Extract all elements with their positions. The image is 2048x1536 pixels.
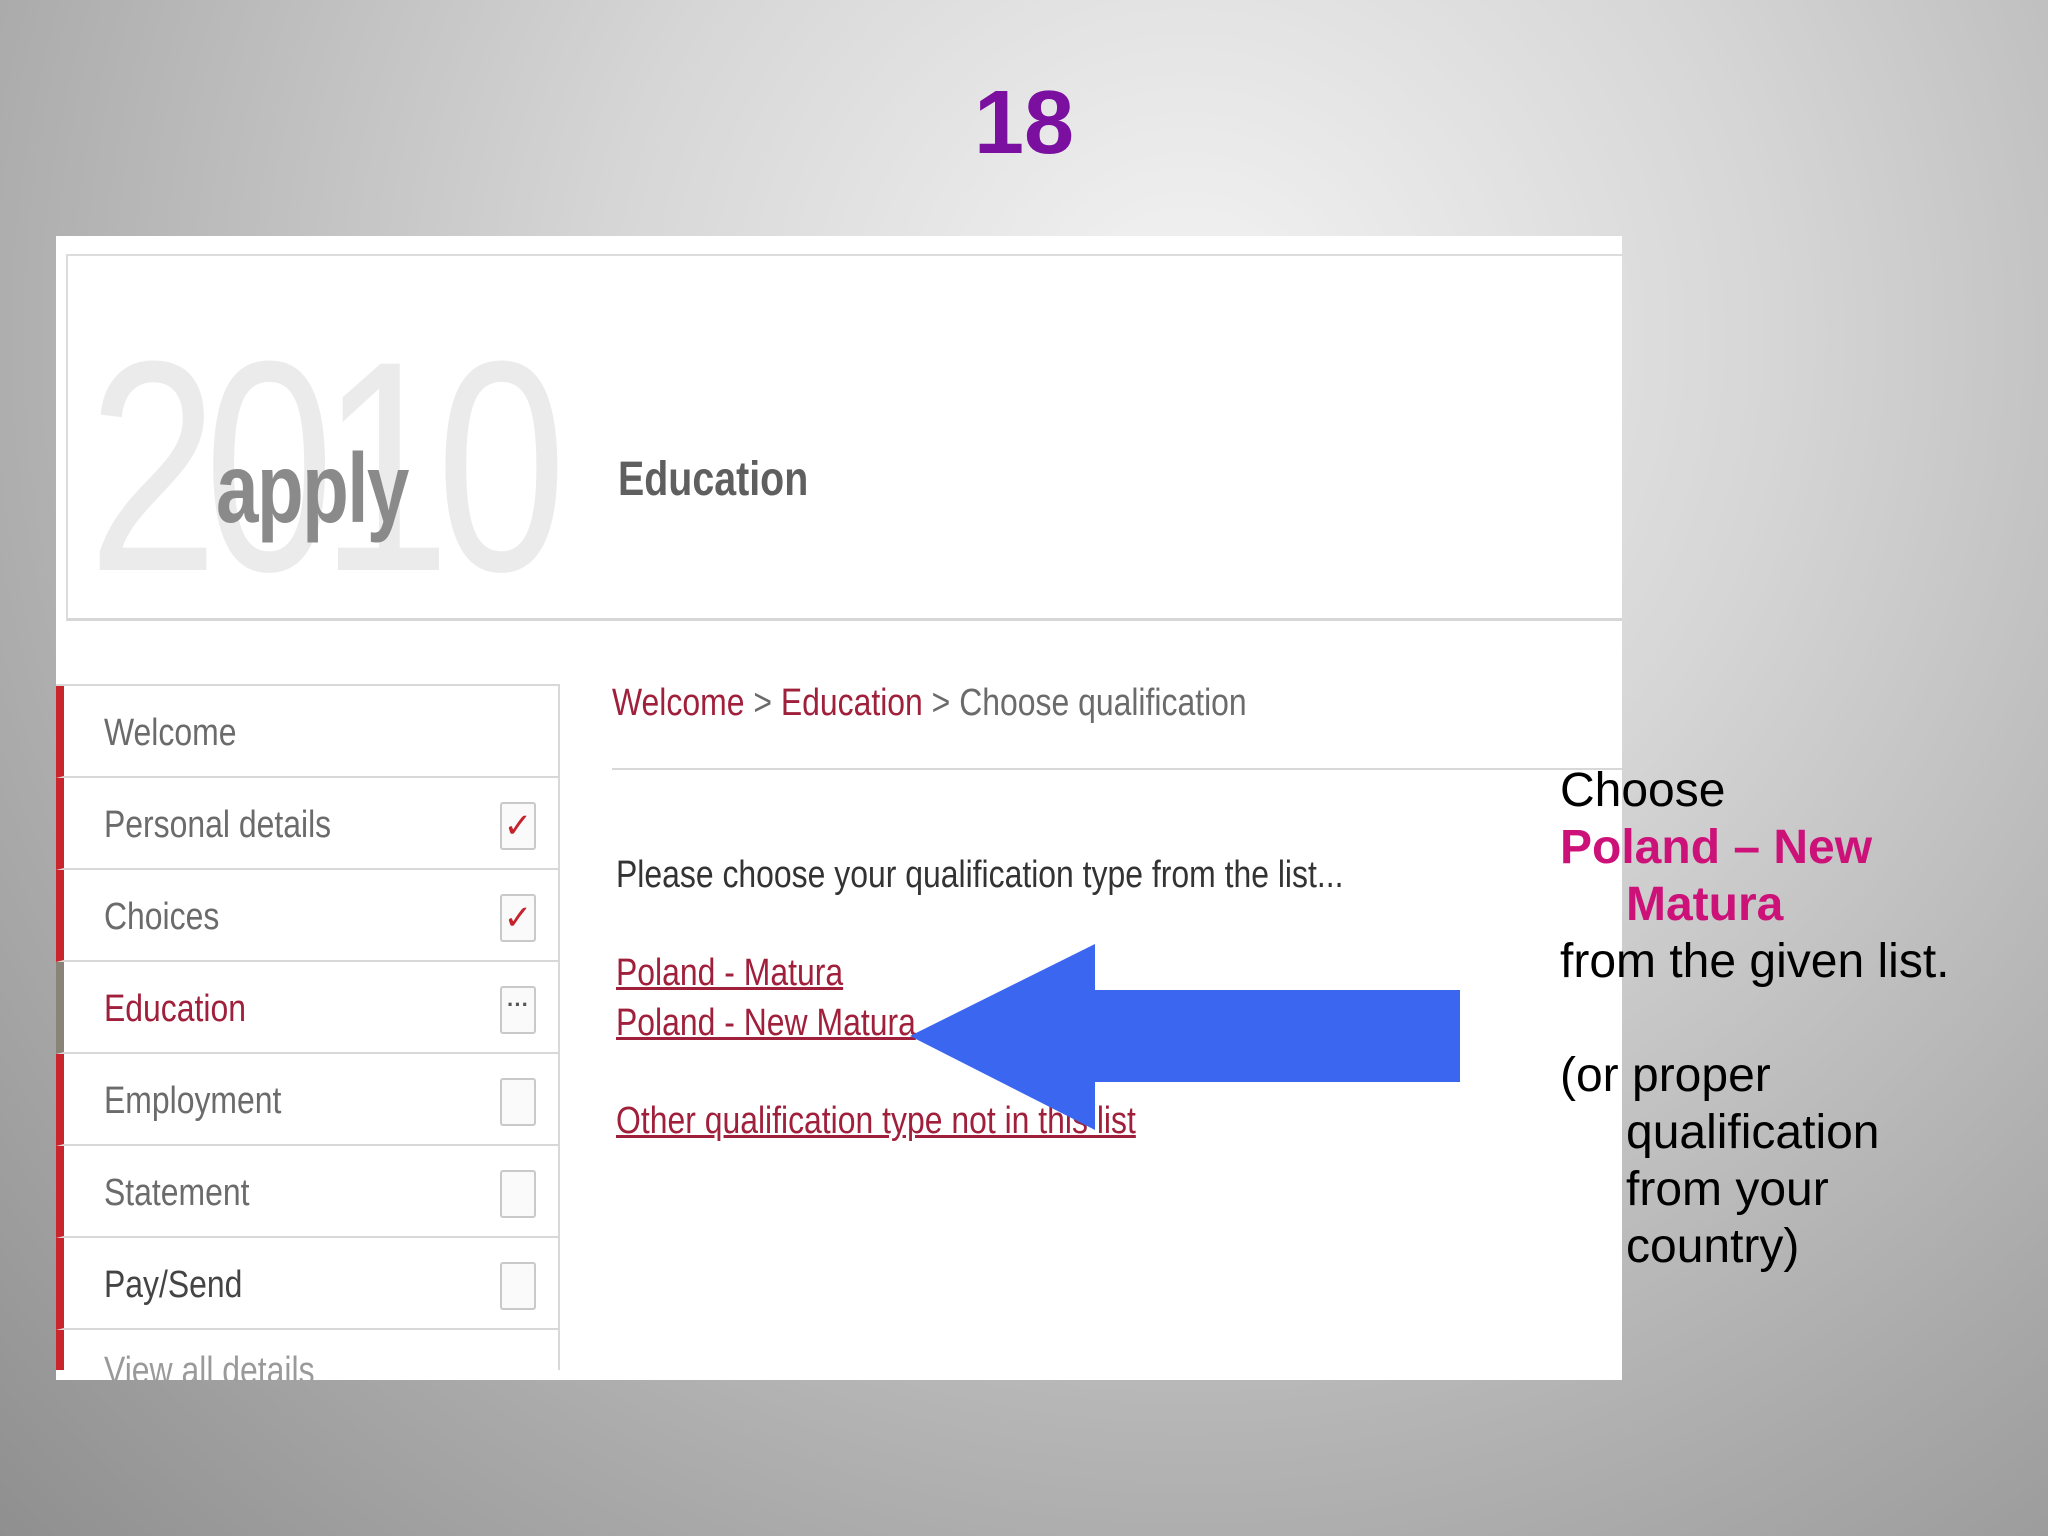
in-progress-icon: ··· [500,986,536,1034]
sidebar-item-label: Employment [104,1080,282,1122]
app-header: 2010 apply Education [66,254,1622,621]
arrow-shape [910,944,1460,1130]
sidebar-item-label: Statement [104,1172,250,1214]
breadcrumb-welcome[interactable]: Welcome [612,682,744,724]
logo-apply: apply [216,433,409,543]
application-screenshot: 2010 apply Education Welcome Personal de… [56,236,1622,1380]
sidebar-item-pay-send[interactable]: Pay/Send [56,1238,560,1330]
sidebar-item-label: Choices [104,896,220,938]
sidebar-item-label: View all details [104,1350,315,1380]
annotation-line: Choose [1560,764,1726,817]
sidebar-item-label: Education [104,988,246,1030]
sidebar-item-employment[interactable]: Employment [56,1054,560,1146]
sidebar-item-label: Pay/Send [104,1264,243,1306]
sidebar-item-welcome[interactable]: Welcome [56,686,560,778]
sidebar-nav: Welcome Personal details ✓ Choices ✓ Edu… [56,684,560,1380]
sidebar-item-label: Welcome [104,712,237,754]
annotation-line: from the given list. [1560,935,1950,988]
breadcrumb-education[interactable]: Education [781,682,923,724]
annotation-highlight: Matura [1626,878,1784,931]
breadcrumb-separator: > [922,682,960,724]
qualification-link-poland-matura[interactable]: Poland - Matura [616,952,843,995]
annotation-highlight: Poland – New [1560,821,1873,874]
empty-checkbox-icon [500,1078,536,1126]
check-icon: ✓ [500,802,536,850]
pointer-arrow-icon [910,944,1460,1130]
annotation-line: qualification [1626,1106,1880,1159]
empty-checkbox-icon [500,1170,536,1218]
breadcrumb: Welcome > Education > Choose qualificati… [612,682,1247,725]
annotation-line: (or proper [1560,1049,1771,1102]
instruction-annotation: Choose Poland – New Matura from the give… [1560,762,2040,1275]
sidebar-item-personal-details[interactable]: Personal details ✓ [56,778,560,870]
annotation-spacer [1560,990,2040,1047]
breadcrumb-current: Choose qualification [959,682,1247,724]
sidebar-item-education[interactable]: Education ··· [56,962,560,1054]
annotation-line: country) [1626,1220,1800,1273]
sidebar-item-label: Personal details [104,804,332,846]
check-icon: ✓ [500,894,536,942]
divider [612,768,1622,770]
page-title: Education [618,453,809,506]
sidebar-item-choices[interactable]: Choices ✓ [56,870,560,962]
sidebar-item-view-all-details[interactable]: View all details [56,1330,560,1380]
breadcrumb-separator: > [744,682,781,724]
qualification-link-poland-new-matura[interactable]: Poland - New Matura [616,1002,916,1045]
empty-checkbox-icon [500,1262,536,1310]
annotation-line: from your [1626,1163,1829,1216]
sidebar-item-statement[interactable]: Statement [56,1146,560,1238]
instruction-text: Please choose your qualification type fr… [616,854,1344,896]
slide-number: 18 [973,73,1075,173]
